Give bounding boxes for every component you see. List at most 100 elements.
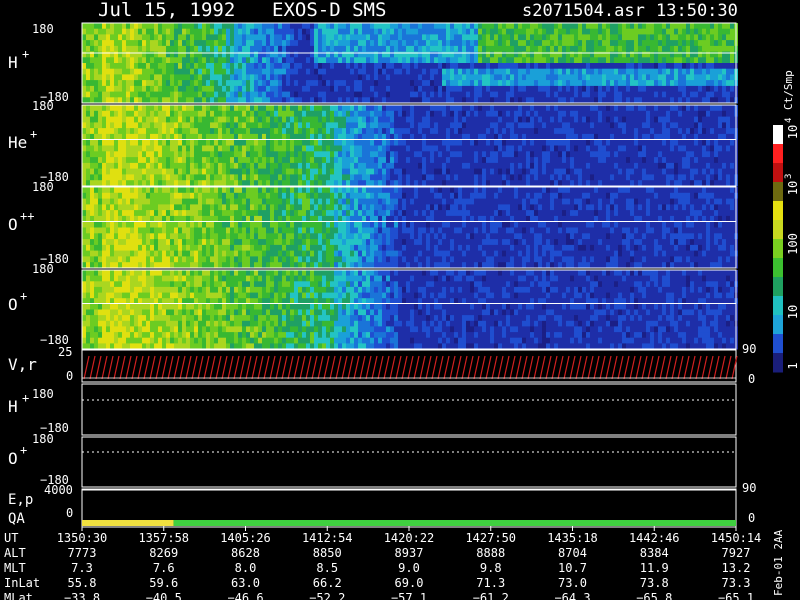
heatmap-cell — [94, 34, 98, 41]
heatmap-cell — [638, 122, 642, 129]
heatmap-cell — [474, 45, 478, 53]
heatmap-cell — [298, 68, 302, 75]
heatmap-cell — [138, 63, 142, 70]
heatmap-cell — [150, 23, 154, 30]
heatmap-cell — [710, 110, 714, 118]
heatmap-cell — [490, 116, 494, 123]
heatmap-cell — [714, 105, 718, 112]
heatmap-cell — [550, 68, 554, 75]
heatmap-cell — [90, 187, 94, 194]
heatmap-cell — [198, 40, 202, 47]
heatmap-cell — [146, 34, 150, 41]
heatmap-cell — [562, 40, 566, 47]
heatmap-cell — [210, 63, 214, 70]
heatmap-cell — [638, 63, 642, 70]
heatmap-cell — [406, 34, 410, 41]
heatmap-cell — [474, 91, 478, 98]
heatmap-cell — [602, 157, 606, 164]
heatmap-cell — [414, 80, 418, 87]
heatmap-cell — [262, 85, 266, 93]
heatmap-cell — [650, 57, 654, 64]
heatmap-cell — [714, 68, 718, 75]
heatmap-cell — [314, 145, 318, 152]
heatmap-cell — [550, 28, 554, 35]
heatmap-cell — [442, 80, 446, 87]
heatmap-cell — [478, 151, 482, 158]
heatmap-cell — [402, 145, 406, 152]
heatmap-cell — [706, 91, 710, 98]
heatmap-cell — [690, 34, 694, 41]
heatmap-cell — [634, 128, 638, 135]
heatmap-cell — [654, 45, 658, 53]
heatmap-cell — [218, 80, 222, 87]
heatmap-cell — [118, 85, 122, 93]
heatmap-cell — [154, 227, 158, 234]
heatmap-cell — [730, 174, 734, 181]
heatmap-cell — [538, 74, 542, 81]
heatmap-cell — [406, 85, 410, 93]
heatmap-cell — [522, 91, 526, 98]
heatmap-cell — [654, 116, 658, 123]
heatmap-cell — [458, 74, 462, 81]
heatmap-cell — [574, 85, 578, 93]
heatmap-cell — [218, 151, 222, 158]
heatmap-cell — [454, 23, 458, 30]
heatmap-cell — [458, 34, 462, 41]
heatmap-cell — [642, 28, 646, 35]
heatmap-cell — [110, 63, 114, 70]
heatmap-cell — [202, 57, 206, 64]
heatmap-cell — [150, 63, 154, 70]
heatmap-cell — [330, 68, 334, 75]
heatmap-cell — [222, 174, 226, 181]
heatmap-cell — [378, 80, 382, 87]
heatmap-cell — [690, 28, 694, 35]
heatmap-cell — [694, 151, 698, 158]
heatmap-cell — [578, 168, 582, 175]
heatmap-cell — [214, 28, 218, 35]
heatmap-cell — [598, 122, 602, 129]
heatmap-cell — [138, 57, 142, 64]
heatmap-cell — [662, 85, 666, 93]
heatmap-cell — [314, 151, 318, 158]
heatmap-cell — [470, 85, 474, 93]
heatmap-cell — [98, 63, 102, 70]
heatmap-cell — [306, 174, 310, 181]
heatmap-cell — [506, 162, 510, 170]
heatmap-cell — [678, 162, 682, 170]
heatmap-cell — [218, 63, 222, 70]
heatmap-cell — [106, 110, 110, 118]
heatmap-cell — [530, 139, 534, 146]
heatmap-cell — [366, 80, 370, 87]
heatmap-cell — [134, 221, 138, 228]
heatmap-cell — [258, 68, 262, 75]
heatmap-cell — [94, 174, 98, 181]
heatmap-cell — [214, 116, 218, 123]
heatmap-cell — [582, 105, 586, 112]
heatmap-cell — [498, 174, 502, 181]
heatmap-cell — [242, 110, 246, 118]
heatmap-cell — [638, 57, 642, 64]
heatmap-cell — [302, 85, 306, 93]
heatmap-cell — [98, 192, 102, 200]
heatmap-cell — [642, 34, 646, 41]
heatmap-cell — [366, 174, 370, 181]
heatmap-cell — [614, 157, 618, 164]
heatmap-cell — [174, 210, 178, 217]
heatmap-cell — [190, 204, 194, 211]
heatmap-cell — [182, 105, 186, 112]
heatmap-cell — [506, 23, 510, 30]
heatmap-cell — [694, 168, 698, 175]
heatmap-cell — [154, 116, 158, 123]
heatmap-cell — [126, 244, 130, 252]
heatmap-cell — [690, 40, 694, 47]
heatmap-cell — [382, 139, 386, 146]
heatmap-cell — [354, 40, 358, 47]
heatmap-cell — [698, 122, 702, 129]
heatmap-cell — [126, 45, 130, 53]
heatmap-cell — [590, 80, 594, 87]
heatmap-cell — [546, 85, 550, 93]
heatmap-cell — [222, 162, 226, 170]
heatmap-cell — [386, 128, 390, 135]
heatmap-cell — [586, 139, 590, 146]
heatmap-cell — [462, 116, 466, 123]
